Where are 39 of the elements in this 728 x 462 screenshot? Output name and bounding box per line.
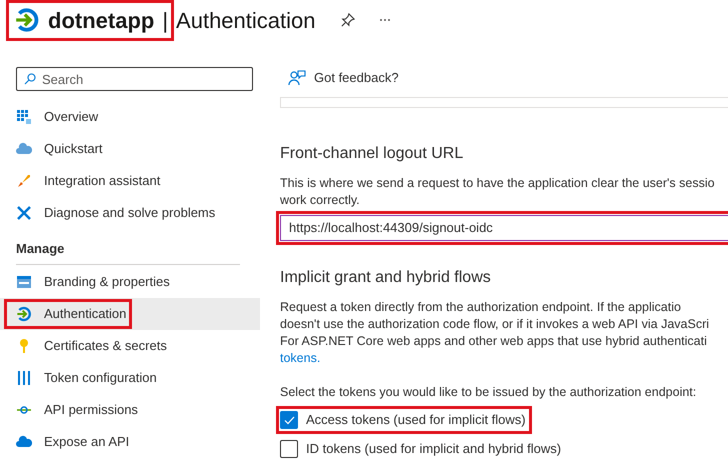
grid-icon — [16, 108, 32, 124]
sign-in-arrow-icon — [16, 306, 32, 322]
title-separator: | — [162, 6, 168, 35]
nav-item[interactable]: Authentication — [0, 298, 260, 330]
section-description: Request a token directly from the authorization endpoint. If the applicatio doesn't use the authorization code flow, or if it invokes a web API via JavaScri For ASP.NET Core web apps and other web apps that use hybrid authenticati tokens. — [280, 298, 710, 366]
sign-in-arrow-icon — [14, 7, 40, 33]
more-icon[interactable] — [379, 18, 392, 22]
section-title: Manage — [15, 240, 66, 258]
feedback-button[interactable]: Got feedback? — [280, 68, 728, 88]
cloud-icon — [16, 140, 32, 156]
nav-item[interactable]: Token configuration — [0, 362, 260, 394]
section-description: This is where we send a request to have the application clear the user's sessio work correctly. — [280, 174, 716, 208]
tokens-link[interactable]: tokens. — [280, 350, 320, 364]
nav-item[interactable]: Certificates & secrets — [0, 330, 260, 362]
app-name: dotnetapp — [48, 6, 154, 35]
token-checkbox[interactable]: ID tokens (used for implicit and hybrid flows) — [280, 438, 564, 458]
nav-item[interactable]: Diagnose and solve problems — [0, 196, 260, 228]
logout-url-field[interactable]: https://localhost:44309/signout-oidc — [280, 214, 728, 240]
nav-item[interactable]: Overview — [0, 100, 260, 132]
nav-item[interactable]: Expose an API — [0, 426, 260, 458]
checkbox[interactable] — [280, 440, 298, 458]
token-checkbox[interactable]: Access tokens (used for implicit flows) — [280, 410, 528, 430]
nav-item[interactable]: Quickstart — [0, 132, 260, 164]
section-heading: Front-channel logout URL — [280, 144, 464, 164]
page-title: Authentication — [176, 6, 316, 34]
checkbox[interactable] — [280, 411, 298, 429]
nav-item[interactable]: Branding & properties — [0, 266, 260, 298]
pin-icon[interactable] — [341, 13, 356, 27]
bars-icon — [16, 370, 32, 386]
nav-item[interactable]: Integration assistant — [0, 164, 260, 196]
check-icon — [284, 416, 294, 424]
search-icon — [24, 73, 36, 85]
person-feedback-icon — [288, 70, 306, 86]
nav-item[interactable]: API permissions — [0, 394, 260, 426]
search-field[interactable]: Search — [16, 67, 253, 91]
tokens-prompt: Select the tokens you would like to be issued by the authorization endpoint: — [280, 384, 698, 401]
cloud-icon — [16, 434, 32, 450]
window-icon — [16, 274, 32, 290]
section-heading: Implicit grant and hybrid flows — [280, 268, 492, 288]
